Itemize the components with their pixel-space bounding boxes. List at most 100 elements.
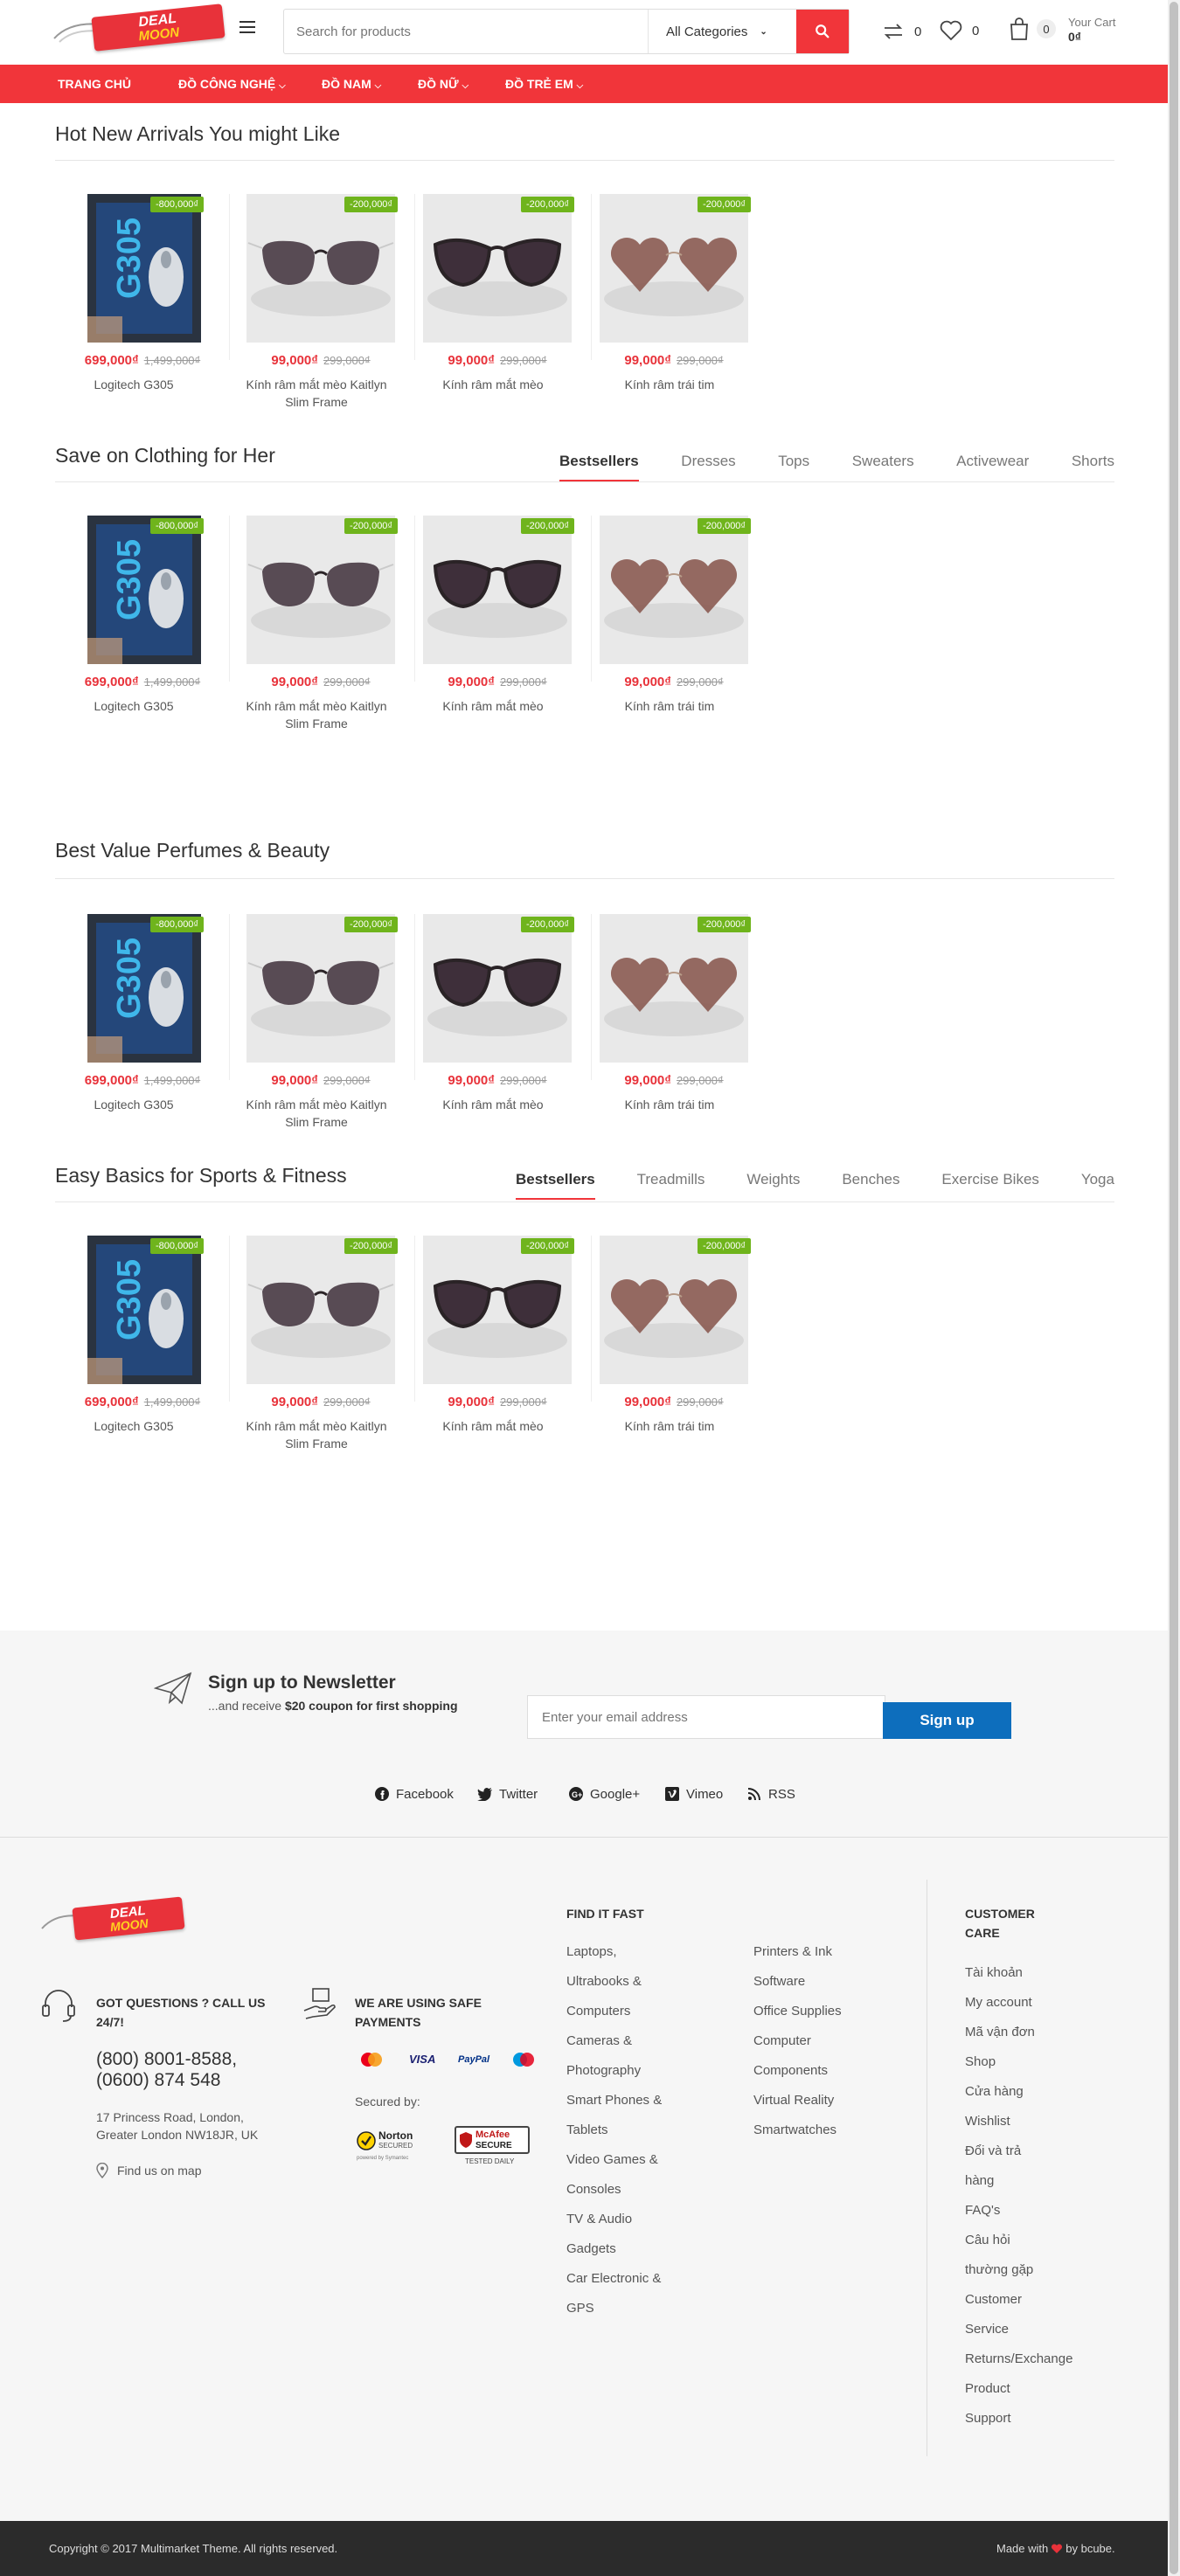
nav-item-men[interactable]: ĐỒ NAM ⌵ — [322, 65, 381, 103]
footer-link[interactable]: Virtual Reality — [753, 2086, 842, 2116]
product-card[interactable]: -200,000₫ 99,000₫ 299,000₫ Kính râm trái ti… — [600, 1236, 774, 1454]
footer-link[interactable]: My account — [965, 1988, 1072, 2018]
product-image[interactable]: G305 — [87, 516, 201, 664]
tab-treadmills[interactable]: Treadmills — [637, 1171, 705, 1188]
footer-link[interactable]: FAQ's — [965, 2196, 1072, 2226]
search-input[interactable] — [284, 10, 648, 53]
product-image[interactable] — [423, 516, 572, 664]
product-name[interactable]: Logitech G305 — [55, 1417, 212, 1435]
product-name[interactable]: Kính râm mắt mèo Kaitlyn Slim Frame — [238, 1417, 395, 1452]
footer-link[interactable]: Wishlist — [965, 2107, 1072, 2136]
product-card[interactable]: -200,000₫ 99,000₫ 299,000₫ Kính râm mắt mèo — [423, 516, 598, 734]
footer-link[interactable]: thường gặp — [965, 2255, 1072, 2285]
product-image[interactable] — [246, 914, 395, 1063]
product-image[interactable] — [600, 194, 748, 343]
tab-bestsellers[interactable]: Bestsellers — [516, 1171, 595, 1200]
footer-link[interactable]: Mã vận đơn — [965, 2018, 1072, 2047]
footer-link[interactable]: Đổi và trả — [965, 2136, 1072, 2166]
footer-link[interactable]: Support — [965, 2404, 1072, 2434]
product-name[interactable]: Kính râm trái tim — [591, 1096, 748, 1113]
compare-button[interactable]: 0 — [881, 21, 921, 42]
product-card[interactable]: -200,000₫ 99,000₫ 299,000₫ Kính râm mắt mèo… — [246, 194, 421, 412]
footer-link[interactable]: Tài khoản — [965, 1958, 1072, 1988]
nav-item-home[interactable]: TRANG CHỦ — [58, 65, 131, 103]
product-name[interactable]: Kính râm mắt mèo — [414, 376, 572, 393]
product-name[interactable]: Kính râm trái tim — [591, 697, 748, 715]
footer-link[interactable]: Tablets — [566, 2116, 662, 2145]
newsletter-email-input[interactable] — [527, 1695, 885, 1739]
footer-link[interactable]: TV & Audio — [566, 2205, 662, 2234]
social-google-plus[interactable]: G+ Google+ — [568, 1786, 640, 1802]
tab-dresses[interactable]: Dresses — [681, 453, 735, 470]
tab-bestsellers[interactable]: Bestsellers — [559, 453, 639, 481]
product-card[interactable]: G305 -800,000₫ 699,000₫ 1,499,000₫ Logitech … — [85, 516, 260, 734]
wishlist-button[interactable]: 0 — [939, 19, 979, 42]
product-name[interactable]: Kính râm mắt mèo Kaitlyn Slim Frame — [238, 697, 395, 732]
footer-link[interactable]: Software — [753, 1967, 842, 1997]
product-card[interactable]: G305 -800,000₫ 699,000₫ 1,499,000₫ Logitech … — [85, 1236, 260, 1454]
footer-link[interactable]: Shop — [965, 2047, 1072, 2077]
nav-item-kids[interactable]: ĐỒ TRẺ EM ⌵ — [505, 65, 583, 103]
footer-link[interactable]: Gadgets — [566, 2234, 662, 2264]
product-image[interactable] — [600, 914, 748, 1063]
category-select[interactable]: All Categories ⌄ — [648, 10, 796, 53]
menu-hamburger-icon[interactable] — [239, 21, 255, 33]
footer-link[interactable]: Ultrabooks & — [566, 1967, 662, 1997]
nav-item-women[interactable]: ĐỒ NỮ ⌵ — [418, 65, 469, 103]
footer-link[interactable]: Printers & Ink — [753, 1937, 842, 1967]
product-card[interactable]: -200,000₫ 99,000₫ 299,000₫ Kính râm mắt mèo — [423, 914, 598, 1132]
footer-link[interactable]: hàng — [965, 2166, 1072, 2196]
footer-link[interactable]: Product — [965, 2374, 1072, 2404]
product-image[interactable] — [423, 1236, 572, 1384]
product-image[interactable] — [423, 914, 572, 1063]
social-facebook[interactable]: Facebook — [374, 1786, 454, 1802]
product-image[interactable]: G305 — [87, 1236, 201, 1384]
tab-sweaters[interactable]: Sweaters — [852, 453, 914, 470]
footer-link[interactable]: Cameras & — [566, 2026, 662, 2056]
footer-link[interactable]: Consoles — [566, 2175, 662, 2205]
product-name[interactable]: Logitech G305 — [55, 376, 212, 393]
product-image[interactable] — [423, 194, 572, 343]
product-image[interactable]: G305 — [87, 194, 201, 343]
footer-link[interactable]: GPS — [566, 2294, 662, 2323]
product-card[interactable]: G305 -800,000₫ 699,000₫ 1,499,000₫ Logitech … — [85, 914, 260, 1132]
product-card[interactable]: -200,000₫ 99,000₫ 299,000₫ Kính râm mắt mèo… — [246, 914, 421, 1132]
social-vimeo[interactable]: Vimeo — [664, 1786, 723, 1802]
tab-weights[interactable]: Weights — [746, 1171, 800, 1188]
product-image[interactable] — [246, 1236, 395, 1384]
find-us-on-map-link[interactable]: Find us on map — [96, 2163, 202, 2178]
nav-item-tech[interactable]: ĐỒ CÔNG NGHỆ ⌵ — [178, 65, 286, 103]
footer-link[interactable]: Car Electronic & — [566, 2264, 662, 2294]
product-card[interactable]: G305 -800,000₫ 699,000₫ 1,499,000₫ Logitech … — [85, 194, 260, 412]
product-name[interactable]: Logitech G305 — [55, 1096, 212, 1113]
product-card[interactable]: -200,000₫ 99,000₫ 299,000₫ Kính râm trái ti… — [600, 914, 774, 1132]
footer-link[interactable]: Returns/Exchange — [965, 2344, 1072, 2374]
product-name[interactable]: Kính râm mắt mèo — [414, 1096, 572, 1113]
footer-link[interactable]: Components — [753, 2056, 842, 2086]
product-image[interactable] — [246, 194, 395, 343]
footer-link[interactable]: Computer — [753, 2026, 842, 2056]
footer-link[interactable]: Computers — [566, 1997, 662, 2026]
scrollbar-thumb[interactable] — [1170, 2, 1178, 2574]
footer-link[interactable]: Câu hỏi — [965, 2226, 1072, 2255]
footer-link[interactable]: Smartwatches — [753, 2116, 842, 2145]
product-card[interactable]: -200,000₫ 99,000₫ 299,000₫ Kính râm mắt mèo — [423, 194, 598, 412]
product-name[interactable]: Kính râm trái tim — [591, 1417, 748, 1435]
product-card[interactable]: -200,000₫ 99,000₫ 299,000₫ Kính râm trái ti… — [600, 194, 774, 412]
newsletter-signup-button[interactable]: Sign up — [883, 1702, 1011, 1739]
product-image[interactable] — [246, 516, 395, 664]
product-name[interactable]: Kính râm mắt mèo — [414, 697, 572, 715]
social-twitter[interactable]: Twitter — [477, 1786, 538, 1802]
footer-link[interactable]: Office Supplies — [753, 1997, 842, 2026]
product-name[interactable]: Kính râm mắt mèo Kaitlyn Slim Frame — [238, 376, 395, 411]
tab-benches[interactable]: Benches — [842, 1171, 899, 1188]
product-image[interactable] — [600, 1236, 748, 1384]
product-name[interactable]: Kính râm mắt mèo Kaitlyn Slim Frame — [238, 1096, 395, 1131]
search-button[interactable] — [796, 10, 849, 53]
tab-yoga[interactable]: Yoga — [1081, 1171, 1114, 1188]
product-card[interactable]: -200,000₫ 99,000₫ 299,000₫ Kính râm mắt mèo… — [246, 516, 421, 734]
site-logo[interactable]: DEAL MOON — [52, 3, 227, 52]
footer-link[interactable]: Smart Phones & — [566, 2086, 662, 2116]
tab-shorts[interactable]: Shorts — [1072, 453, 1114, 470]
cart-summary[interactable]: Your Cart 0₫ — [1068, 16, 1115, 44]
